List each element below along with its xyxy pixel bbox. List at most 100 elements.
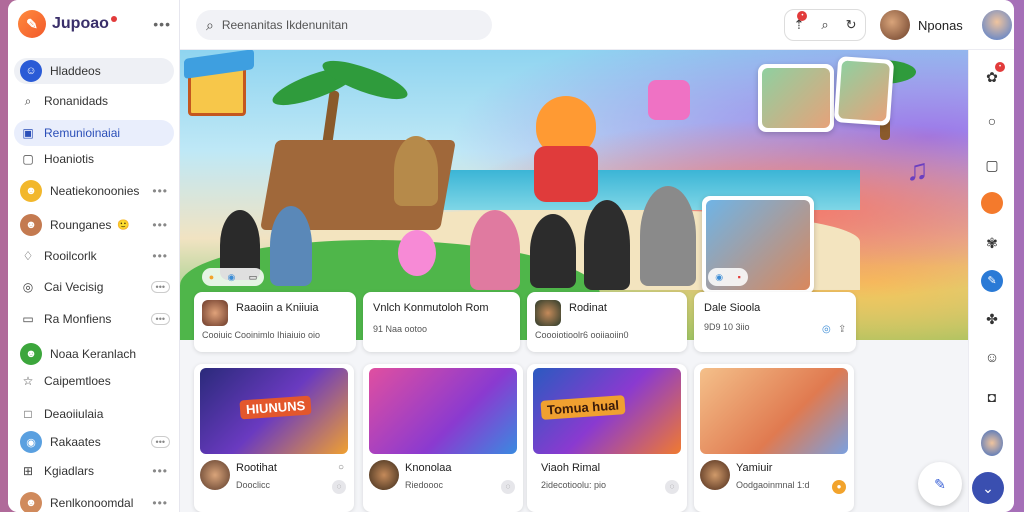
avatar[interactable] (981, 430, 1003, 456)
item-badge: ••• (150, 436, 170, 448)
notification-badge: • (995, 62, 1005, 72)
music-note-icon: ♫ (906, 154, 929, 187)
compose-button[interactable]: ✎ (918, 462, 962, 506)
puzzle-icon[interactable]: ✿ • (981, 62, 1005, 88)
sidebar-item-label: Rakaates (50, 435, 101, 449)
content-tile[interactable]: HIUNUNS Rootihat Dooclicc ○ ◌ (194, 364, 354, 512)
square-icon: □ (24, 407, 32, 421)
sidebar: ✎ Jupoao ••• ☺ Hladdeos ⌕ Ronanidads ▣ R… (8, 0, 180, 512)
hero-chip[interactable]: ● ◉ ▭ (202, 268, 264, 286)
action-icon[interactable]: ◌ (501, 480, 515, 494)
sidebar-item-13[interactable]: ⊞ Kgiadlars ••• (14, 458, 174, 484)
more-icon[interactable]: ••• (152, 184, 168, 198)
refresh-icon[interactable]: ↻ (846, 17, 857, 33)
sidebar-item-8[interactable]: ▭ Ra Monfiens ••• (14, 306, 174, 332)
hero-chip[interactable]: ◉ ▪ (708, 268, 748, 286)
more-icon[interactable]: ○ (338, 462, 344, 473)
share-icon[interactable]: ⇪ (838, 324, 846, 335)
card-title: Dale Sioola (704, 302, 761, 314)
bell-icon: ♢ (22, 249, 34, 263)
action-icon[interactable]: ◌ (665, 480, 679, 494)
person-illustration (394, 136, 438, 206)
sidebar-item-7[interactable]: ◎ Cai Vecisig ••• (14, 274, 174, 300)
sidebar-item-1[interactable]: ⌕ Ronanidads (14, 88, 174, 114)
sidebar-item-14[interactable]: ☻ Renlkonoomdal ••• (14, 490, 174, 512)
photo-frame[interactable] (833, 56, 895, 126)
sidebar-item-label: Renlkonoomdal (50, 496, 134, 510)
tile-name: Knonolaa (405, 462, 452, 474)
person-illustration (530, 214, 576, 288)
content-tile[interactable]: Knonolaa Riedoooc ◌ (363, 364, 523, 512)
tile-banner (377, 398, 389, 403)
sidebar-item-0[interactable]: ☺ Hladdeos (14, 58, 174, 84)
card-thumbnail (202, 300, 228, 326)
circle-icon[interactable]: ○ (981, 110, 1003, 132)
emoji-icon: 🙂 (117, 219, 130, 231)
brand[interactable]: ✎ Jupoao (18, 10, 117, 38)
tile-banner (708, 398, 720, 403)
search-icon[interactable]: ⌕ (821, 17, 828, 33)
app-window: ✎ Jupoao ••• ☺ Hladdeos ⌕ Ronanidads ▣ R… (8, 0, 1014, 512)
avatar: ☻ (20, 492, 42, 512)
info-card[interactable]: Dale Sioola 9D9 10 3iio ◎ ⇪ (694, 292, 856, 352)
search-icon: ⌕ (206, 16, 214, 33)
sidebar-item-3[interactable]: ▢ Hoaniotis (14, 146, 174, 172)
tile-image: Tomua hual (533, 368, 681, 454)
chat-icon[interactable]: ▢ (981, 154, 1003, 176)
more-icon[interactable]: ••• (152, 218, 168, 232)
tile-sub: Dooclicc (236, 480, 271, 490)
photo-frame[interactable] (758, 64, 834, 132)
card-title: Rodinat (569, 302, 607, 314)
content-tile[interactable]: Tomua hual Viaoh Rimal 2idecotioolu: pio… (527, 364, 687, 512)
compass-icon[interactable]: ✎ (981, 270, 1003, 292)
sidebar-item-label: Hladdeos (50, 64, 101, 78)
action-icon[interactable]: ◌ (332, 480, 346, 494)
info-card[interactable]: Raaoiin a Kniiuia Cooiuic Cooinimlo Ihia… (194, 292, 356, 352)
smile-icon[interactable]: ☺ (981, 346, 1003, 368)
app-name: Jupoao (52, 15, 109, 32)
user-name: Nponas (918, 17, 963, 33)
avatar: ☻ (20, 180, 42, 202)
flag-icon: ▭ (22, 312, 34, 326)
sidebar-item-label: Ra Monfiens (44, 312, 112, 326)
coin-icon[interactable]: ● (832, 480, 846, 494)
tile-banner: Tomua hual (540, 395, 626, 420)
globe-icon: ◎ (22, 280, 34, 294)
tile-image (369, 368, 517, 454)
sidebar-item-11[interactable]: □ Deaoiiulaia (14, 401, 174, 427)
globe-icon[interactable]: ◎ (822, 324, 831, 335)
sidebar-item-5[interactable]: ☻ Rounganes 🙂 ••• (14, 212, 174, 238)
tile-image (700, 368, 848, 454)
more-icon[interactable]: ••• (152, 496, 168, 510)
person-illustration (584, 200, 630, 290)
camera-icon[interactable]: ◘ (981, 386, 1003, 408)
sidebar-item-10[interactable]: ☆ Caipemtloes (14, 368, 174, 394)
info-card[interactable]: Vnlch Konmutoloh Rom 91 Naa ootoo (363, 292, 520, 352)
info-card[interactable]: Rodinat Coooiotioolr6 ooiiaoiin0 (527, 292, 687, 352)
notification-dot (110, 16, 117, 22)
avatar (700, 460, 730, 490)
record-icon[interactable] (981, 192, 1003, 214)
content-tile[interactable]: Yamiuir Oodgaoinmnal 1:d ● (694, 364, 854, 512)
gear-icon[interactable]: ✾ (981, 232, 1003, 254)
sidebar-item-12[interactable]: ◉ Rakaates ••• (14, 429, 174, 455)
photo-image (762, 68, 830, 128)
more-icon[interactable]: ••• (152, 464, 168, 478)
notifications-icon[interactable]: ⇡ • (793, 11, 808, 33)
user-profile[interactable]: Nponas (880, 10, 963, 40)
people-icon[interactable]: ✤ (981, 308, 1003, 330)
sidebar-item-9[interactable]: ☻ Noaa Keranlach (14, 341, 174, 367)
sidebar-item-4[interactable]: ☻ Neatiekonoonies ••• (14, 178, 174, 204)
calendar-icon: ▢ (22, 152, 34, 166)
grid-icon: ⊞ (22, 464, 34, 478)
search-input[interactable]: ⌕ Reenanitas Ikdenunitan (196, 10, 492, 40)
sidebar-item-6[interactable]: ♢ Rooilcorlk ••• (14, 243, 174, 269)
tile-banner: HIUNUNS (239, 395, 312, 420)
account-avatar[interactable] (980, 8, 1014, 42)
sidebar-item-2[interactable]: ▣ Remunioinaiai (14, 120, 174, 146)
scroll-down-button[interactable]: ⌄ (972, 472, 1004, 504)
globe-icon: ◉ (715, 271, 724, 282)
sidebar-more-button[interactable]: ••• (153, 16, 171, 32)
mascot-body-icon (534, 146, 598, 202)
more-icon[interactable]: ••• (152, 249, 168, 263)
